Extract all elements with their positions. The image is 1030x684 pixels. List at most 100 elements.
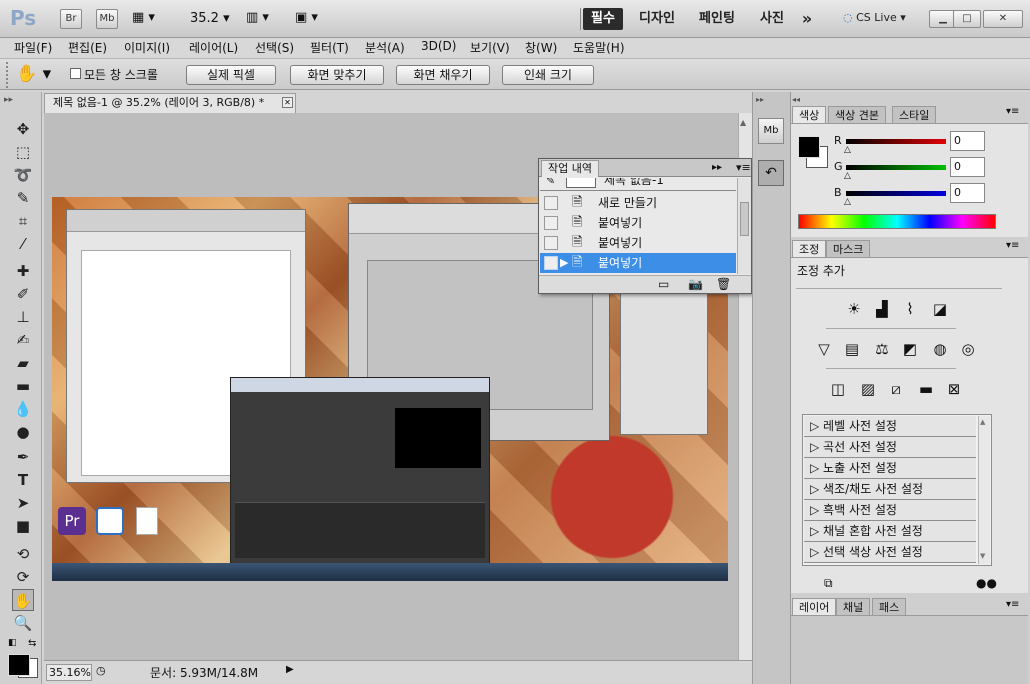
- 3d-rotate-tool[interactable]: ⟲: [12, 543, 34, 565]
- more-workspaces-button[interactable]: »: [796, 8, 818, 30]
- scroll-all-windows-checkbox[interactable]: [70, 68, 81, 79]
- levels-icon[interactable]: ▟: [870, 298, 894, 320]
- tab-adjustments[interactable]: 조정: [792, 240, 827, 257]
- exposure-icon[interactable]: ◪: [928, 298, 952, 320]
- actual-pixels-button[interactable]: 실제 픽셀: [186, 65, 276, 85]
- slider-handle-icon[interactable]: △: [844, 145, 851, 155]
- history-tab[interactable]: 작업 내역: [541, 160, 599, 177]
- workspace-painting[interactable]: 페인팅: [690, 8, 744, 30]
- clone-stamp-tool[interactable]: ⊥: [12, 306, 34, 328]
- history-item[interactable]: 🗎 붙여넣기: [540, 233, 738, 253]
- eraser-tool[interactable]: ▰: [12, 352, 34, 374]
- brightness-contrast-icon[interactable]: ☀: [842, 298, 866, 320]
- menu-edit[interactable]: 편집(E): [68, 39, 107, 57]
- selective-color-icon[interactable]: ⊠: [942, 378, 966, 400]
- move-tool[interactable]: ✥: [12, 118, 34, 140]
- menu-view[interactable]: 보기(V): [470, 39, 510, 57]
- 3d-orbit-tool[interactable]: ⟳: [12, 566, 34, 588]
- workspace-design[interactable]: 디자인: [632, 8, 682, 30]
- panel-menu-icon[interactable]: ▾≡: [736, 161, 751, 174]
- history-panel-button[interactable]: ↶: [758, 160, 784, 186]
- preset-curves[interactable]: ▷ 곡선 사전 설정: [804, 437, 976, 458]
- scroll-thumb[interactable]: [740, 202, 749, 236]
- close-button[interactable]: ✕: [983, 10, 1023, 28]
- dock-collapse-icon[interactable]: ▸▸: [756, 95, 786, 104]
- screen-mode-dropdown[interactable]: ▣ ▾: [295, 10, 318, 25]
- slider-handle-icon[interactable]: △: [844, 197, 851, 207]
- preset-exposure[interactable]: ▷ 노출 사전 설정: [804, 458, 976, 479]
- eyedropper-tool[interactable]: ⁄: [12, 233, 34, 255]
- tab-paths[interactable]: 패스: [872, 598, 907, 615]
- green-slider[interactable]: [846, 165, 946, 170]
- new-snapshot-icon[interactable]: 📷: [688, 277, 703, 291]
- blue-value-input[interactable]: 0: [950, 183, 985, 203]
- healing-brush-tool[interactable]: ✚: [12, 260, 34, 282]
- tab-color[interactable]: 색상: [792, 106, 827, 123]
- presets-scrollbar[interactable]: ▲ ▼: [978, 416, 990, 564]
- print-size-button[interactable]: 인쇄 크기: [502, 65, 594, 85]
- view-extras-dropdown[interactable]: ▦ ▾: [132, 10, 164, 28]
- lasso-tool[interactable]: ➰: [12, 164, 34, 186]
- scroll-up-icon[interactable]: ▲: [980, 418, 985, 426]
- marquee-tool[interactable]: ⬚: [12, 141, 34, 163]
- history-source-box[interactable]: [544, 216, 558, 230]
- hand-tool[interactable]: ✋: [12, 589, 34, 611]
- brush-tool[interactable]: ✐: [12, 283, 34, 305]
- pen-tool[interactable]: ✒: [12, 446, 34, 468]
- menu-select[interactable]: 선택(S): [255, 39, 294, 57]
- red-slider[interactable]: [846, 139, 946, 144]
- collapse-tools-icon[interactable]: ▸▸: [4, 95, 13, 105]
- gradient-tool[interactable]: ▬: [12, 375, 34, 397]
- green-value-input[interactable]: 0: [950, 157, 985, 177]
- blur-tool[interactable]: 💧: [12, 398, 34, 420]
- menu-layer[interactable]: 레이어(L): [189, 39, 238, 57]
- tool-preset-picker[interactable]: ✋ ▾: [16, 62, 64, 86]
- arrange-documents-dropdown[interactable]: ▥ ▾: [246, 10, 269, 25]
- tab-masks[interactable]: 마스크: [826, 240, 871, 257]
- workspace-essentials[interactable]: 필수: [583, 8, 623, 30]
- preset-levels[interactable]: ▷ 레벨 사전 설정: [804, 416, 976, 437]
- dodge-tool[interactable]: ●: [12, 421, 34, 443]
- history-item[interactable]: 🗎 새로 만들기: [540, 193, 738, 213]
- preset-selective-color[interactable]: ▷ 선택 색상 사전 설정: [804, 542, 976, 563]
- restore-button[interactable]: □: [953, 10, 981, 28]
- menu-3d[interactable]: 3D(D): [421, 39, 456, 57]
- status-menu-arrow-icon[interactable]: ▶: [286, 664, 294, 675]
- color-balance-icon[interactable]: ⚖: [870, 338, 894, 360]
- panel-stack-collapse-icon[interactable]: ◂◂: [792, 95, 800, 104]
- channel-mixer-icon[interactable]: ◎: [956, 338, 980, 360]
- fill-screen-button[interactable]: 화면 채우기: [396, 65, 490, 85]
- zoom-tool[interactable]: 🔍: [12, 612, 34, 634]
- scroll-down-icon[interactable]: ▼: [980, 552, 985, 560]
- tab-layers[interactable]: 레이어: [792, 598, 837, 615]
- fit-screen-button[interactable]: 화면 맞추기: [290, 65, 384, 85]
- tab-swatches[interactable]: 색상 견본: [828, 106, 886, 123]
- close-document-icon[interactable]: ✕: [282, 97, 293, 108]
- mini-bridge-panel-button[interactable]: Mb: [758, 118, 784, 144]
- foreground-color-picker[interactable]: [798, 136, 820, 158]
- preset-hue-saturation[interactable]: ▷ 색조/채도 사전 설정: [804, 479, 976, 500]
- history-scrollbar[interactable]: [737, 178, 751, 274]
- history-brush-tool[interactable]: ✍: [12, 329, 34, 351]
- history-snapshot[interactable]: ✎ 제목 없음-1: [540, 178, 736, 190]
- history-item-selected[interactable]: ▶ 🗎 붙여넣기: [540, 253, 736, 273]
- mini-bridge-button[interactable]: Mb: [96, 9, 118, 29]
- tab-styles[interactable]: 스타일: [892, 106, 937, 123]
- menu-analysis[interactable]: 분석(A): [365, 39, 405, 57]
- history-state-slider-icon[interactable]: ▶: [560, 253, 568, 273]
- document-tab[interactable]: 제목 없음-1 @ 35.2% (레이어 3, RGB/8) *: [44, 93, 296, 113]
- default-colors-icon[interactable]: ◧: [8, 638, 17, 648]
- swap-colors-icon[interactable]: ⇆: [28, 638, 36, 649]
- new-document-from-state-icon[interactable]: ▭: [658, 277, 669, 291]
- color-spectrum-bar[interactable]: [798, 214, 996, 229]
- foreground-color-swatch[interactable]: [8, 654, 30, 676]
- clip-to-layer-icon[interactable]: ⧉: [824, 576, 833, 591]
- gradient-map-icon[interactable]: ▬: [914, 378, 938, 400]
- options-grip[interactable]: [6, 62, 10, 88]
- black-white-icon[interactable]: ◩: [898, 338, 922, 360]
- tab-channels[interactable]: 채널: [836, 598, 871, 615]
- zoom-field[interactable]: 35.16%: [46, 664, 92, 681]
- preset-black-white[interactable]: ▷ 흑백 사전 설정: [804, 500, 976, 521]
- panel-menu-icon[interactable]: ▾≡: [1006, 240, 1019, 251]
- zoom-level-dropdown[interactable]: 35.2 ▾: [190, 11, 230, 26]
